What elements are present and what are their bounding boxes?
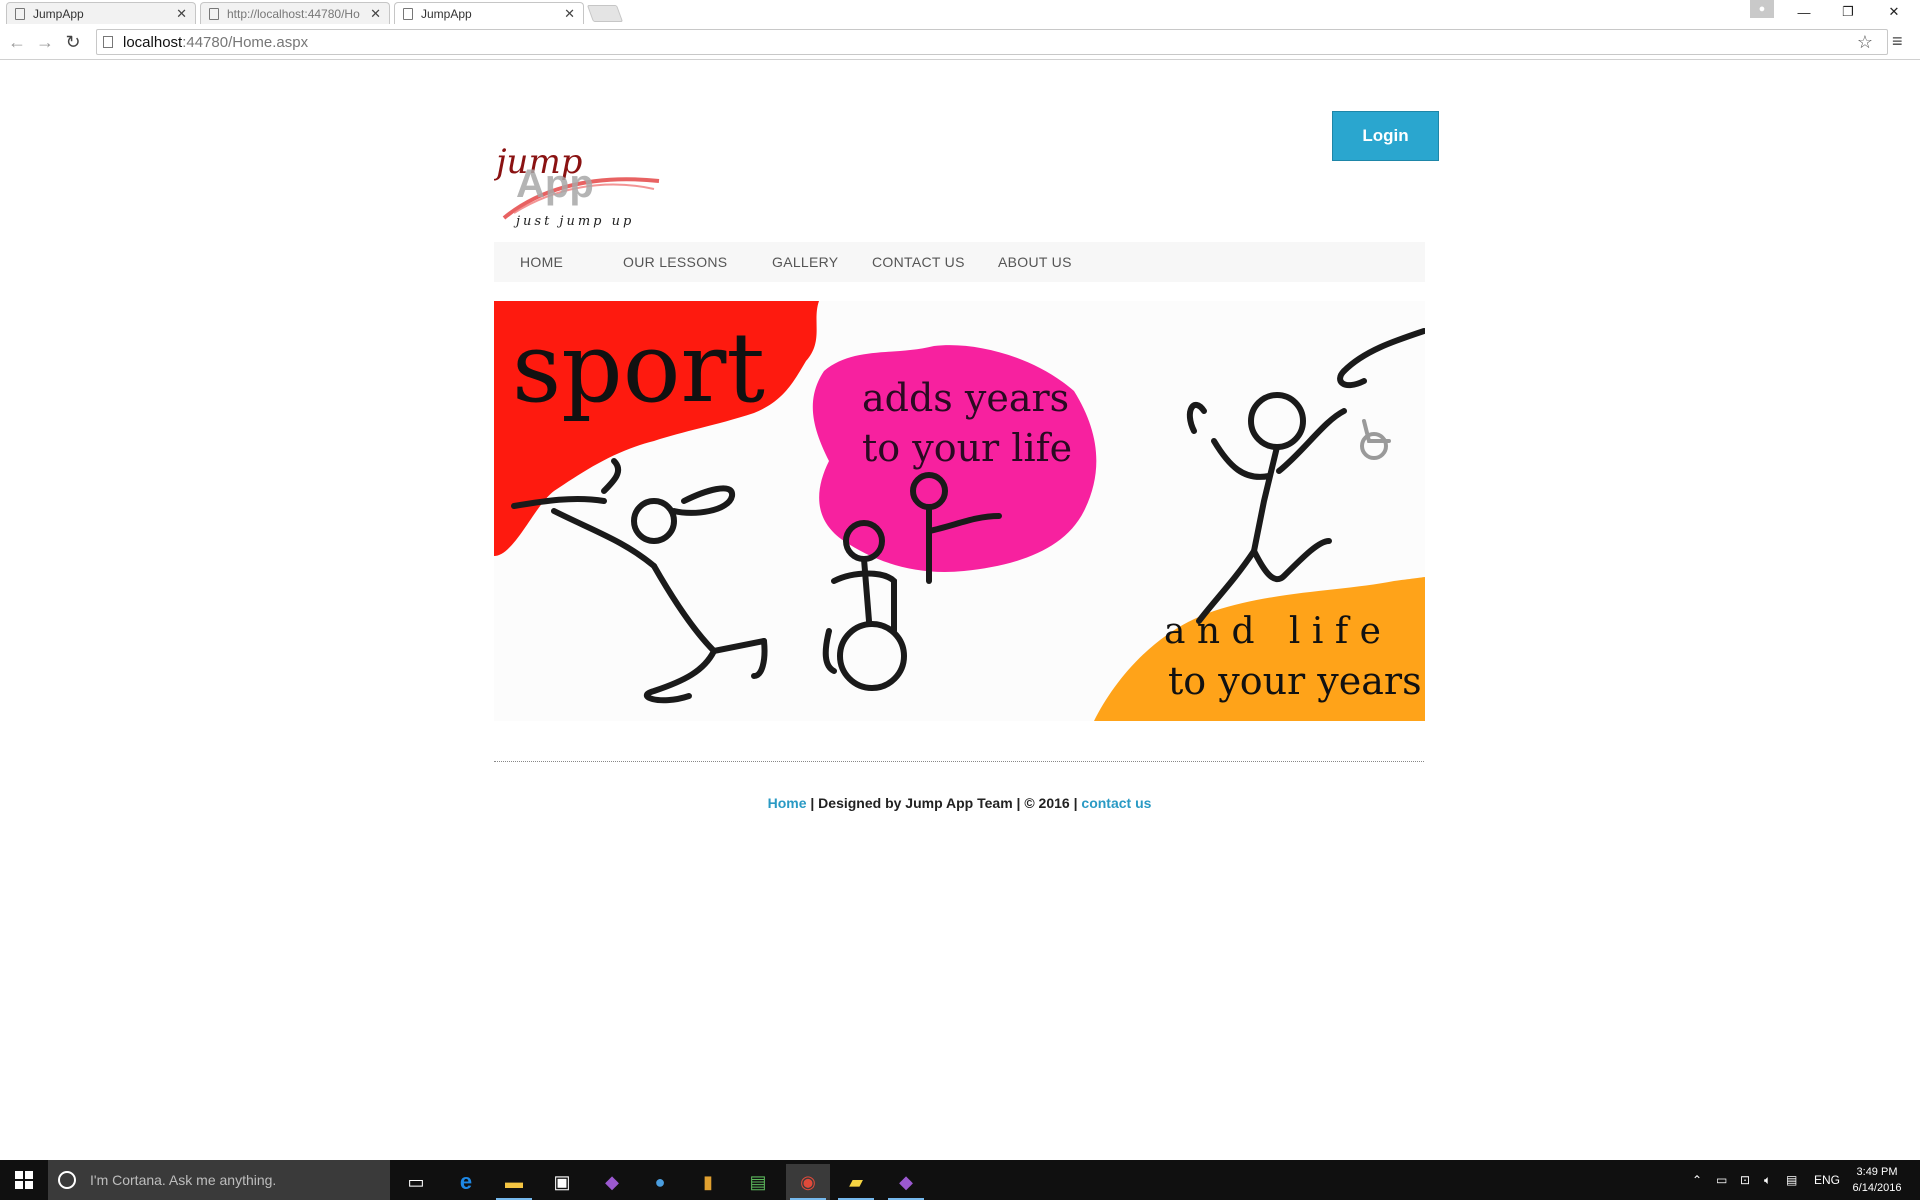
tab-close-icon[interactable]: ✕	[176, 6, 187, 22]
browser-tabstrip: JumpApp ✕ http://localhost:44780/Ho ✕ Ju…	[0, 0, 1920, 24]
tab-title: JumpApp	[421, 6, 472, 21]
stick-figure-jumping	[511, 458, 768, 704]
windows-start-icon[interactable]	[0, 1160, 48, 1200]
banner-text-sport: sport	[512, 312, 765, 424]
app-globe-icon[interactable]: ●	[638, 1164, 682, 1200]
page-favicon-icon	[403, 7, 413, 20]
folder-icon[interactable]: ▰	[834, 1164, 878, 1200]
login-button[interactable]: Login	[1332, 111, 1439, 161]
new-tab-button[interactable]	[586, 5, 624, 22]
browser-tab-2[interactable]: http://localhost:44780/Ho ✕	[200, 2, 390, 24]
network-icon[interactable]: ⊡	[1740, 1160, 1750, 1200]
hero-banner: sport adds years to your life a n d l i …	[494, 301, 1425, 721]
clock-date: 6/14/2016	[1852, 1182, 1902, 1194]
edge-browser-icon[interactable]: e	[444, 1164, 488, 1200]
cortana-icon	[58, 1171, 76, 1189]
nav-about-us[interactable]: ABOUT US	[998, 254, 1072, 270]
file-explorer-icon[interactable]: ▬	[492, 1164, 536, 1200]
app-tools-icon[interactable]: ▮	[686, 1164, 730, 1200]
store-icon[interactable]: ▣	[540, 1164, 584, 1200]
tray-chevron-icon[interactable]: ⌃	[1692, 1160, 1702, 1200]
browser-toolbar: ← → ↻ localhost:44780/Home.aspx ☆ ≡	[0, 24, 1920, 60]
footer-credits: | Designed by Jump App Team | © 2016 |	[806, 795, 1082, 811]
footer-home-link[interactable]: Home	[768, 795, 807, 811]
banner-text-and-life: a n d l i f e	[1164, 611, 1381, 652]
browser-tab-1[interactable]: JumpApp ✕	[6, 2, 196, 24]
profile-icon[interactable]: ●	[1750, 0, 1774, 18]
back-icon[interactable]: ←	[4, 30, 30, 54]
cortana-search-box[interactable]: I'm Cortana. Ask me anything.	[48, 1160, 390, 1200]
windows-taskbar: I'm Cortana. Ask me anything. ▭ e ▬ ▣ ◆ …	[0, 1160, 1920, 1200]
footer-divider	[494, 761, 1424, 762]
address-bar[interactable]: localhost:44780/Home.aspx ☆	[96, 29, 1888, 55]
browser-tab-3[interactable]: JumpApp ✕	[394, 2, 584, 24]
tab-close-icon[interactable]: ✕	[564, 6, 575, 22]
hero-illustration: sport adds years to your life a n d l i …	[494, 301, 1425, 721]
banner-text-adds-years: adds years	[862, 376, 1069, 420]
page-favicon-icon	[209, 7, 219, 20]
language-indicator[interactable]: ENG	[1814, 1160, 1840, 1200]
system-clock[interactable]: 3:49 PM 6/14/2016	[1842, 1164, 1912, 1196]
main-navbar: HOME OUR LESSONS GALLERY CONTACT US ABOU…	[494, 242, 1425, 282]
bookmark-star-icon[interactable]: ☆	[1857, 32, 1873, 53]
browser-menu-icon[interactable]: ≡	[1892, 31, 1903, 52]
url-path: :44780/Home.aspx	[182, 33, 309, 51]
nav-gallery[interactable]: GALLERY	[772, 254, 838, 270]
chrome-icon[interactable]: ◉	[786, 1164, 830, 1200]
tab-close-icon[interactable]: ✕	[370, 6, 381, 22]
volume-icon[interactable]: 🔈︎	[1764, 1160, 1771, 1200]
visual-studio-2-icon[interactable]: ◆	[884, 1164, 928, 1200]
app-notepad-icon[interactable]: ▤	[736, 1164, 780, 1200]
nav-home[interactable]: HOME	[520, 254, 563, 270]
cortana-placeholder: I'm Cortana. Ask me anything.	[90, 1172, 277, 1188]
url-host: localhost	[123, 33, 183, 51]
site-logo[interactable]: jump App just jump up	[489, 133, 664, 233]
clock-time: 3:49 PM	[1856, 1166, 1898, 1178]
forward-icon[interactable]: →	[32, 30, 58, 54]
nav-contact-us[interactable]: CONTACT US	[872, 254, 965, 270]
stick-figure-running	[1186, 328, 1425, 624]
page-info-icon[interactable]	[103, 36, 113, 48]
minimize-icon[interactable]: —	[1782, 0, 1826, 24]
page-content: jump App just jump up Login HOME OUR LES…	[0, 61, 1920, 1160]
page-footer: Home | Designed by Jump App Team | © 201…	[494, 795, 1425, 811]
nav-our-lessons[interactable]: OUR LESSONS	[623, 254, 727, 270]
banner-text-to-your-years: to your years	[1168, 659, 1422, 703]
tab-title: JumpApp	[33, 6, 84, 21]
close-window-icon[interactable]: ✕	[1872, 0, 1916, 24]
task-view-icon[interactable]: ▭	[394, 1164, 438, 1200]
small-wheelchair-symbol	[1360, 419, 1391, 460]
logo-tagline: just jump up	[513, 214, 634, 229]
footer-contact-link[interactable]: contact us	[1081, 795, 1151, 811]
restore-icon[interactable]: ❐	[1826, 0, 1870, 24]
tab-title: http://localhost:44780/Ho	[227, 6, 360, 21]
visual-studio-icon[interactable]: ◆	[590, 1164, 634, 1200]
action-center-icon[interactable]: ▤	[1786, 1160, 1797, 1200]
banner-text-to-your-life: to your life	[862, 426, 1072, 470]
battery-icon[interactable]: ▭	[1716, 1160, 1727, 1200]
logo-word-app: App	[516, 162, 594, 206]
page-favicon-icon	[15, 7, 25, 20]
reload-icon[interactable]: ↻	[60, 30, 86, 54]
